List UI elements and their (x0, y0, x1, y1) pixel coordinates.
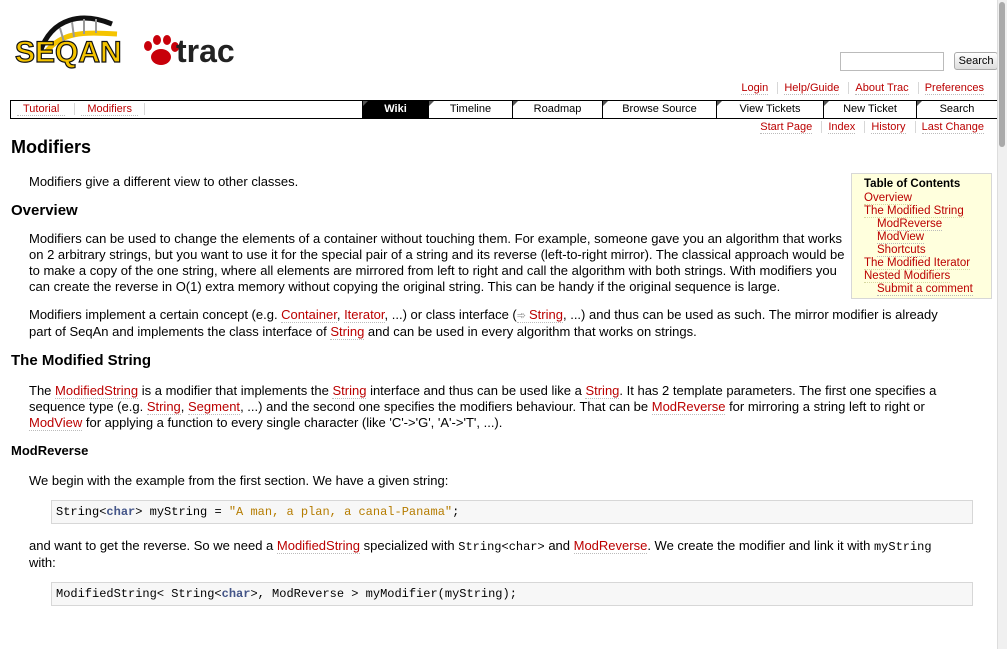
search-form: Search (840, 52, 999, 71)
tab-timeline[interactable]: Timeline (428, 101, 512, 118)
code-block-2: ModifiedString< String<char>, ModReverse… (51, 582, 973, 606)
toc-item-overview[interactable]: Overview (864, 192, 912, 205)
breadcrumb-tutorial[interactable]: Tutorial (17, 103, 66, 116)
intro-paragraph: Modifiers give a different view to other… (29, 174, 299, 189)
string-external-link[interactable]: String (516, 307, 563, 323)
modview-link[interactable]: ModView (29, 415, 83, 431)
string-link[interactable]: String (330, 324, 365, 340)
meta-navigation: Login Help/Guide About Trac Preferences (735, 82, 990, 95)
toc-item-shortcuts[interactable]: Shortcuts (877, 244, 926, 257)
container-link[interactable]: Container (281, 307, 337, 323)
tab-view-tickets[interactable]: View Tickets (716, 101, 823, 118)
modifiedstring-link[interactable]: ModifiedString (276, 538, 360, 554)
history-link[interactable]: History (871, 121, 906, 134)
toc-item-modview[interactable]: ModView (877, 231, 925, 244)
toc-item-nested-modifiers[interactable]: Nested Modifiers (864, 270, 951, 283)
modreverse-link[interactable]: ModReverse (651, 399, 726, 415)
wiki-content: Modifiers Modifiers give a different vie… (11, 134, 983, 606)
index-link[interactable]: Index (828, 121, 856, 134)
start-page-link[interactable]: Start Page (760, 121, 813, 134)
toc-item-modified-iterator[interactable]: The Modified Iterator (864, 257, 971, 270)
modified-string-paragraph: The ModifiedString is a modifier that im… (29, 383, 937, 431)
context-navigation: Start Page Index History Last Change (754, 121, 990, 134)
tab-browse-source[interactable]: Browse Source (602, 101, 716, 118)
scrollbar-thumb[interactable] (999, 2, 1005, 147)
logo-seqan-text: SEQAN (15, 36, 122, 69)
iterator-link[interactable]: Iterator (344, 307, 385, 323)
toc-item-submit-comment[interactable]: Submit a comment (877, 283, 973, 296)
modified-string-heading: The Modified String (11, 352, 151, 369)
string-link[interactable]: String (332, 383, 367, 399)
modreverse-paragraph: We begin with the example from the first… (29, 473, 449, 488)
string-link[interactable]: String (146, 399, 181, 415)
code-block-1: String<char> myString = "A man, a plan, … (51, 500, 973, 524)
login-link[interactable]: Login (741, 82, 769, 95)
overview-heading: Overview (11, 202, 78, 219)
toc-item-modreverse[interactable]: ModReverse (877, 218, 943, 231)
string-link[interactable]: String (585, 383, 620, 399)
reverse-paragraph: and want to get the reverse. So we need … (29, 538, 932, 570)
tab-roadmap[interactable]: Roadmap (512, 101, 602, 118)
seqan-trac-logo[interactable]: SEQAN trac (12, 12, 242, 82)
about-trac-link[interactable]: About Trac (855, 82, 909, 95)
breadcrumb-modifiers[interactable]: Modifiers (81, 103, 138, 116)
overview-paragraph: Modifiers can be used to change the elem… (29, 231, 845, 294)
main-navigation: Tutorial Modifiers Wiki Timeline Roadmap… (10, 100, 998, 119)
toc-title: Table of Contents (864, 178, 961, 190)
tab-search[interactable]: Search (916, 101, 997, 118)
search-button[interactable]: Search (953, 52, 999, 70)
logo-trac-text: trac (176, 33, 235, 69)
tab-new-ticket[interactable]: New Ticket (823, 101, 916, 118)
tab-wiki[interactable]: Wiki (362, 101, 428, 118)
table-of-contents: Table of Contents Overview The Modified … (851, 173, 992, 299)
modreverse-link[interactable]: ModReverse (573, 538, 648, 554)
toc-item-modified-string[interactable]: The Modified String (864, 205, 964, 218)
breadcrumb: Tutorial Modifiers (11, 101, 157, 118)
modifiedstring-link[interactable]: ModifiedString (55, 383, 139, 399)
concept-paragraph: Modifiers implement a certain concept (e… (29, 307, 954, 340)
help-guide-link[interactable]: Help/Guide (784, 82, 840, 95)
preferences-link[interactable]: Preferences (924, 82, 984, 95)
search-input[interactable] (840, 52, 944, 71)
last-change-link[interactable]: Last Change (921, 121, 984, 134)
page-title: Modifiers (11, 137, 92, 157)
modreverse-heading: ModReverse (11, 443, 89, 458)
vertical-scrollbar[interactable] (997, 0, 1007, 649)
segment-link[interactable]: Segment (188, 399, 241, 415)
